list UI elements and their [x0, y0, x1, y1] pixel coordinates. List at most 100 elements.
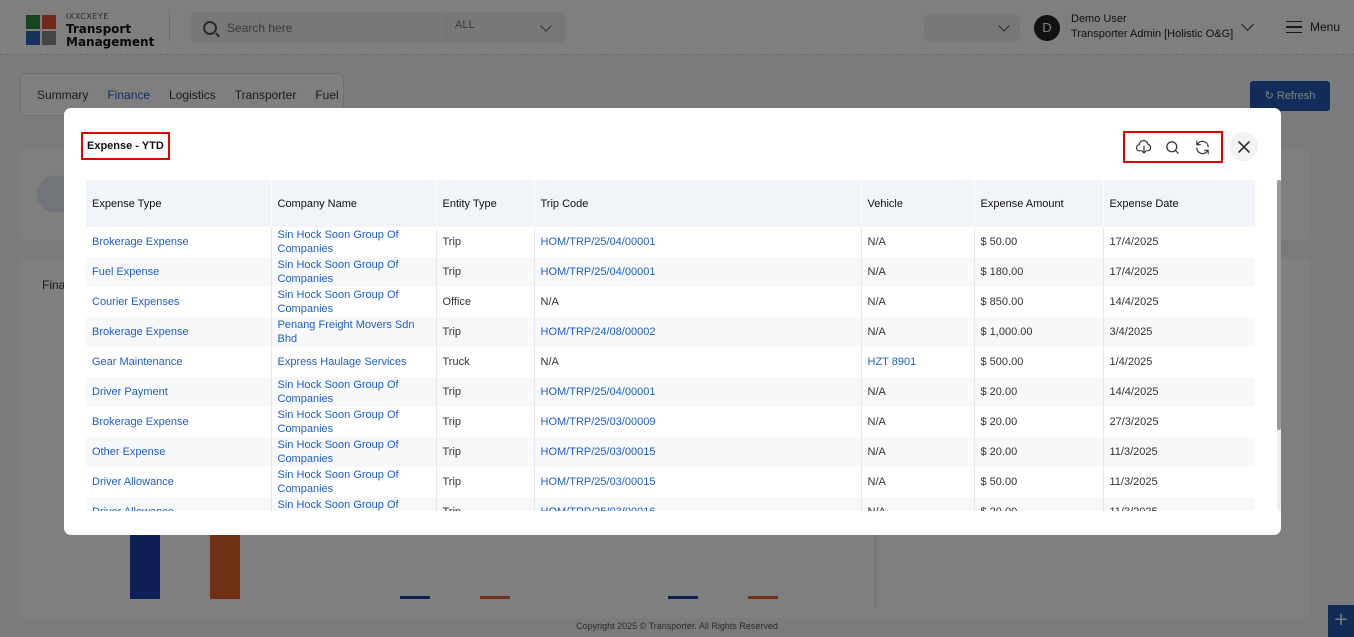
entity-type-cell: Trip	[436, 227, 535, 257]
entity-type-cell: Trip	[436, 407, 535, 437]
expense-type-cell[interactable]: Brokerage Expense	[86, 227, 272, 257]
modal-toolbar	[1123, 131, 1223, 163]
expense-date-cell: 11/3/2025	[1109, 476, 1158, 488]
expense-amount-cell: $ 20.00	[974, 497, 1104, 511]
close-icon[interactable]	[1229, 132, 1258, 161]
expense-amount-cell: $ 20.00	[974, 407, 1104, 437]
expense-amount-cell: $ 20.00	[974, 377, 1104, 407]
expense-type-cell[interactable]: Driver Payment	[86, 377, 272, 407]
expense-date-cell: 3/4/2025	[1103, 317, 1255, 347]
company-name-cell[interactable]: Penang Freight Movers Sdn Bhd	[271, 317, 437, 347]
entity-type-cell: Trip	[436, 497, 535, 511]
column-header-entity-type[interactable]: Entity Type	[436, 180, 535, 227]
vehicle-cell: N/A	[861, 317, 975, 347]
expense-table-container[interactable]: Expense Type Company Name Entity Type Tr…	[86, 180, 1255, 511]
company-name-cell[interactable]: Sin Hock Soon Group Of Companies	[271, 287, 437, 317]
download-icon[interactable]	[1133, 136, 1155, 158]
company-name-cell[interactable]: Express Haulage Services	[271, 347, 437, 377]
vehicle-cell: N/A	[861, 377, 975, 407]
table-row[interactable]: Courier Expenses Sin Hock Soon Group Of C…	[86, 287, 1255, 317]
column-header-trip-code[interactable]: Trip Code	[534, 180, 862, 227]
expense-date-cell: 14/4/2025	[1103, 377, 1255, 407]
vehicle-cell: N/A	[861, 497, 975, 511]
expense-type-cell[interactable]: Driver Allowance	[86, 467, 272, 497]
company-name-cell[interactable]: Sin Hock Soon Group Of Companies	[271, 407, 437, 437]
expense-type-cell[interactable]: Driver Allowance	[86, 497, 272, 511]
column-header-company-name[interactable]: Company Name	[271, 180, 437, 227]
search-icon[interactable]	[1162, 136, 1184, 158]
trip-code-cell[interactable]: HOM/TRP/25/04/00001	[534, 377, 862, 407]
table-row[interactable]: Brokerage Expense Penang Freight Movers S…	[86, 317, 1255, 347]
table-row[interactable]: Brokerage Expense Sin Hock Soon Group Of …	[86, 407, 1255, 437]
table-row[interactable]: Brokerage Expense Sin Hock Soon Group Of …	[86, 227, 1255, 257]
trip-code-cell[interactable]: HOM/TRP/25/03/00009	[534, 407, 862, 437]
vehicle-cell: N/A	[861, 287, 975, 317]
expense-amount-cell: $ 50.00	[974, 227, 1104, 257]
expense-amount-cell: $ 500.00	[974, 347, 1104, 377]
entity-type-cell: Trip	[436, 377, 535, 407]
trip-code-cell: N/A	[534, 287, 862, 317]
expense-amount-cell: $ 50.00	[974, 467, 1104, 497]
table-row[interactable]: Driver AllowanceSin Hock Soon Group Of C…	[86, 497, 1255, 511]
expense-date-cell: 11/3/2025	[1103, 437, 1255, 467]
company-name-cell[interactable]: Sin Hock Soon Group Of Companies	[271, 377, 437, 407]
column-header-expense-amount[interactable]: Expense Amount	[974, 180, 1104, 227]
column-header-expense-type[interactable]: Expense Type	[86, 180, 272, 227]
expense-type-cell[interactable]: Fuel Expense	[86, 257, 272, 287]
entity-type-cell: Trip	[436, 437, 535, 467]
expense-date-cell: 17/4/2025	[1109, 236, 1159, 248]
trip-code-cell[interactable]: HOM/TRP/25/03/00015	[534, 467, 862, 497]
company-name-cell[interactable]: Sin Hock Soon Group Of Companies	[271, 257, 437, 287]
entity-type-cell: Trip	[436, 257, 535, 287]
expense-amount-cell: $ 1,000.00	[974, 317, 1104, 347]
modal-title: Expense - YTD	[81, 132, 170, 160]
column-header-expense-date[interactable]: Expense Date	[1103, 180, 1255, 227]
expense-type-cell[interactable]: Courier Expenses	[86, 287, 272, 317]
vehicle-cell: N/A	[861, 437, 975, 467]
trip-code-cell[interactable]: HOM/TRP/25/03/00015	[534, 437, 862, 467]
entity-type-cell: Trip	[436, 467, 535, 497]
expense-type-cell[interactable]: Brokerage Expense	[86, 317, 272, 347]
expense-date-cell: 14/4/2025	[1109, 296, 1159, 308]
expense-date-cell: 17/4/2025	[1103, 257, 1255, 287]
scrollbar-thumb[interactable]	[1277, 180, 1281, 430]
vehicle-cell: N/A	[861, 227, 975, 257]
expense-table: Expense Type Company Name Entity Type Tr…	[86, 180, 1255, 511]
table-header-row: Expense Type Company Name Entity Type Tr…	[86, 180, 1255, 227]
expense-amount-cell: $ 20.00	[974, 437, 1104, 467]
table-row[interactable]: Driver Payment Sin Hock Soon Group Of Com…	[86, 377, 1255, 407]
company-name-cell[interactable]: Sin Hock Soon Group Of Companies	[271, 467, 437, 497]
trip-code-cell[interactable]: HOM/TRP/25/04/00001	[534, 257, 862, 287]
expense-type-cell[interactable]: Other Expense	[86, 437, 272, 467]
refresh-icon[interactable]	[1191, 136, 1213, 158]
expense-amount-cell: $ 180.00	[974, 257, 1104, 287]
expense-date-cell: 27/3/2025	[1109, 416, 1159, 428]
table-row[interactable]: Gear Maintenance Express Haulage Services…	[86, 347, 1255, 377]
entity-type-cell: Truck	[436, 347, 535, 377]
table-scrollbar[interactable]	[1277, 180, 1281, 511]
expense-modal: Expense - YTD Expense Type Company Name …	[64, 108, 1281, 535]
table-body: Brokerage Expense Sin Hock Soon Group Of …	[86, 227, 1255, 511]
vehicle-cell: N/A	[861, 467, 975, 497]
expense-amount-cell: $ 850.00	[974, 287, 1104, 317]
vehicle-cell: N/A	[861, 407, 975, 437]
expense-type-cell[interactable]: Gear Maintenance	[86, 347, 272, 377]
company-name-cell[interactable]: Sin Hock Soon Group Of Companies	[271, 227, 437, 257]
vehicle-cell[interactable]: HZT 8901	[861, 347, 975, 377]
expense-date-cell: 11/3/2025	[1103, 497, 1255, 511]
expense-type-cell[interactable]: Brokerage Expense	[86, 407, 272, 437]
trip-code-cell[interactable]: HOM/TRP/25/03/00016	[534, 497, 862, 511]
vehicle-cell: N/A	[861, 257, 975, 287]
company-name-cell[interactable]: Sin Hock Soon Group Of Companies	[271, 437, 437, 467]
expense-date-cell: 1/4/2025	[1109, 356, 1153, 368]
table-row[interactable]: Fuel Expense Sin Hock Soon Group Of Compa…	[86, 257, 1255, 287]
column-header-vehicle[interactable]: Vehicle	[861, 180, 975, 227]
entity-type-cell: Office	[436, 287, 535, 317]
trip-code-cell[interactable]: HOM/TRP/25/04/00001	[534, 227, 862, 257]
trip-code-cell: N/A	[534, 347, 862, 377]
entity-type-cell: Trip	[436, 317, 535, 347]
trip-code-cell[interactable]: HOM/TRP/24/08/00002	[534, 317, 862, 347]
table-row[interactable]: Other Expense Sin Hock Soon Group Of Comp…	[86, 437, 1255, 467]
company-name-cell[interactable]: Sin Hock Soon Group Of Companies	[271, 497, 437, 511]
table-row[interactable]: Driver AllowanceSin Hock Soon Group Of C…	[86, 467, 1255, 497]
